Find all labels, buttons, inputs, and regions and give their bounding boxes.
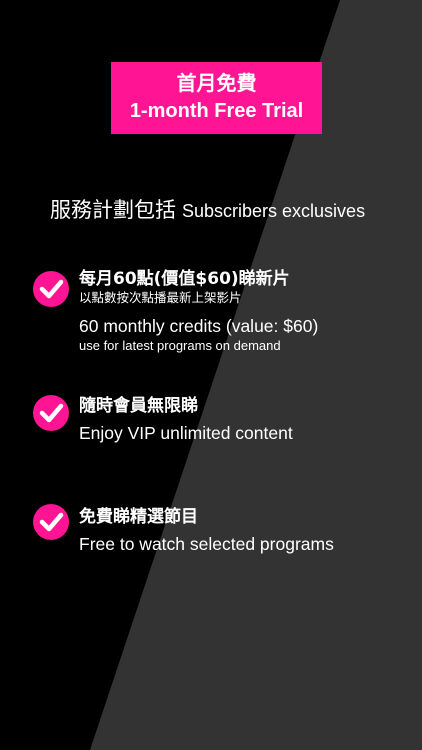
- feature-title-en: Free to watch selected programs: [79, 534, 334, 554]
- feature-title-en: 60 monthly credits (value: $60): [79, 316, 319, 336]
- feature-subtitle-zh: 以點數按次點播最新上架影片: [79, 290, 242, 305]
- plan-heading: 服務計劃包括 Subscribers exclusives: [50, 196, 365, 225]
- plan-heading-zh: 服務計劃包括: [50, 198, 176, 222]
- free-trial-title-zh: 首月免費: [176, 71, 257, 95]
- feature-title-en: Enjoy VIP unlimited content: [79, 423, 293, 443]
- feature-text: 每月60點(價值$60)睇新片 以點數按次點播最新上架影片 60 monthly…: [79, 268, 409, 353]
- feature-title-zh: 隨時會員無限睇: [79, 396, 198, 416]
- feature-title-zh: 免費睇精選節目: [79, 507, 198, 527]
- feature-text: 隨時會員無限睇 Enjoy VIP unlimited content: [79, 395, 409, 445]
- free-trial-banner: 首月免費 1-month Free Trial: [111, 62, 322, 134]
- checkmark-circle-icon: [33, 395, 69, 431]
- checkmark-circle-icon: [33, 271, 69, 307]
- free-trial-title-en: 1-month Free Trial: [129, 100, 304, 122]
- feature-subtitle-en: use for latest programs on demand: [79, 338, 281, 353]
- feature-text: 免費睇精選節目 Free to watch selected programs: [79, 506, 409, 556]
- checkmark-circle-icon: [33, 504, 69, 540]
- plan-heading-en: Subscribers exclusives: [182, 201, 366, 221]
- feature-title-zh: 每月60點(價值$60)睇新片: [79, 269, 290, 289]
